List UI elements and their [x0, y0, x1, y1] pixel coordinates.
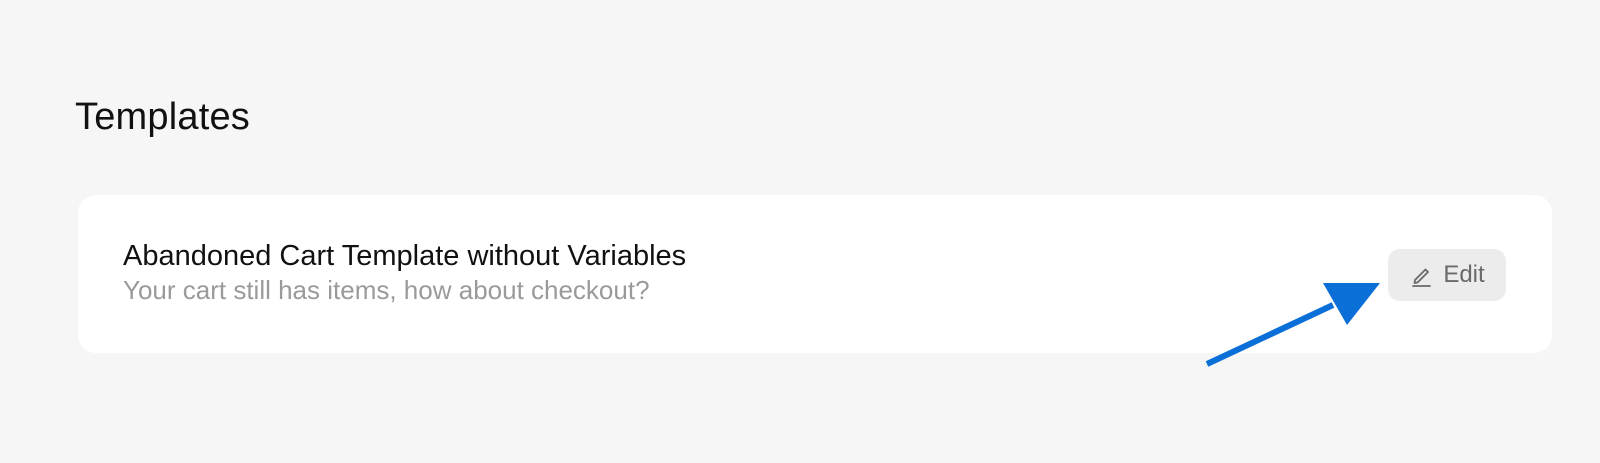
templates-page: Templates Abandoned Cart Template withou…: [0, 0, 1600, 463]
pencil-icon: [1409, 262, 1435, 288]
template-card: Abandoned Cart Template without Variable…: [78, 195, 1552, 353]
section-title: Templates: [75, 96, 250, 138]
template-preview: Your cart still has items, how about che…: [123, 275, 650, 305]
edit-button[interactable]: Edit: [1388, 249, 1506, 301]
edit-label: Edit: [1443, 261, 1485, 288]
template-name: Abandoned Cart Template without Variable…: [123, 240, 687, 272]
